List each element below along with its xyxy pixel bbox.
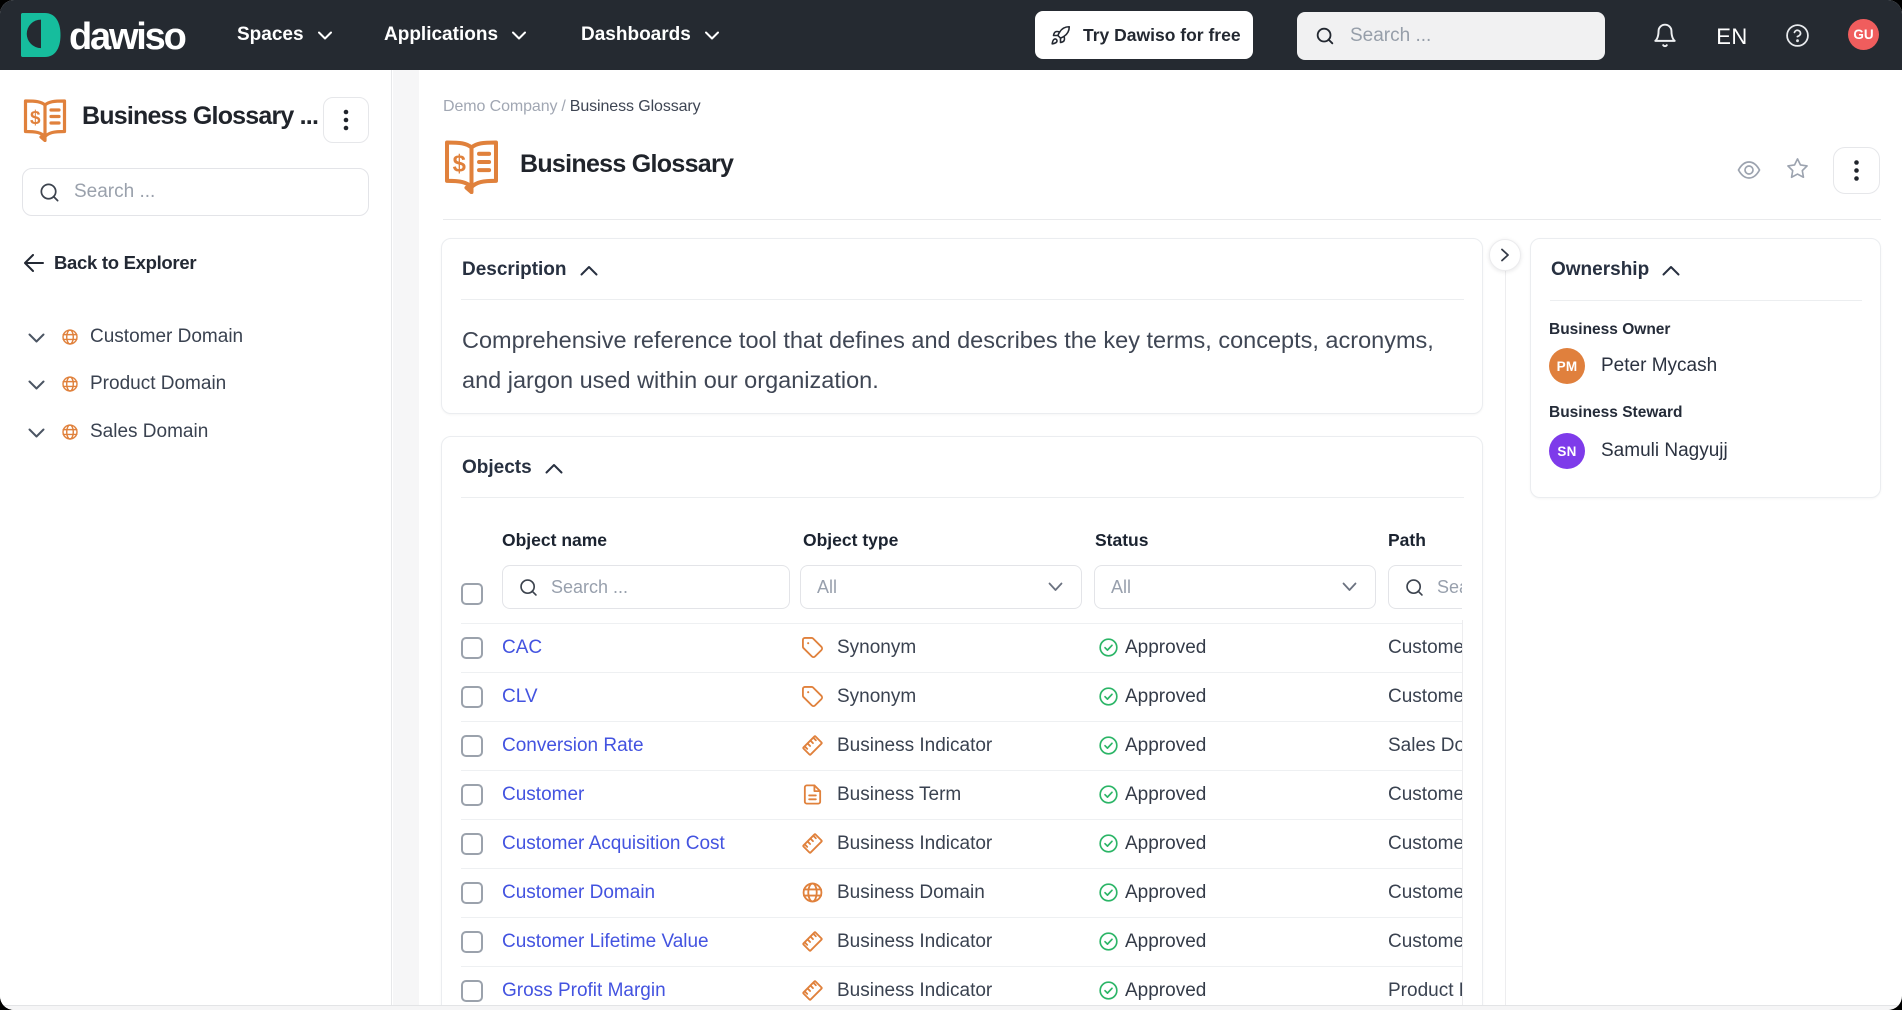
svg-text:$: $ xyxy=(30,108,41,129)
svg-text:$: $ xyxy=(453,150,466,177)
